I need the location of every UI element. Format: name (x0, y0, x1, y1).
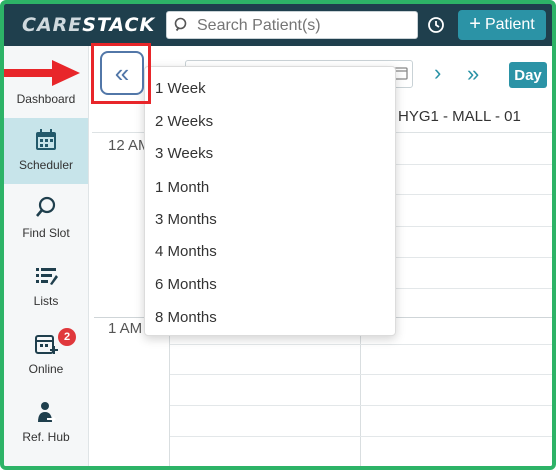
menu-item-3-weeks[interactable]: 3 Weeks (155, 145, 213, 162)
sidebar-item-find-slot[interactable]: Find Slot (4, 186, 88, 252)
search-icon (36, 196, 56, 217)
patient-search[interactable] (166, 11, 418, 39)
top-bar: CARESTACK + Patient (4, 4, 552, 46)
menu-item-1-week[interactable]: 1 Week (155, 80, 206, 97)
menu-item-4-months[interactable]: 4 Months (155, 243, 217, 260)
sidebar-item-lists[interactable]: Lists (4, 254, 88, 320)
grid-line (170, 374, 552, 375)
grid-line (170, 405, 552, 406)
range-dropdown-menu: 1 Week 2 Weeks 3 Weeks 1 Month 3 Months … (144, 66, 396, 336)
provider-column-header: HYG1 - MALL - 01 (398, 108, 521, 125)
person-share-icon (38, 402, 56, 422)
search-input[interactable] (195, 15, 414, 37)
calendar-plus-icon (35, 335, 58, 354)
clock-history-icon[interactable] (426, 15, 446, 35)
add-patient-button[interactable]: + Patient (458, 10, 546, 40)
sidebar-item-online[interactable]: 2 Online (4, 322, 88, 388)
menu-item-6-months[interactable]: 6 Months (155, 276, 217, 293)
sidebar-item-scheduler[interactable]: Scheduler (4, 118, 88, 184)
app-frame: CARESTACK + Patient Dashboard (0, 0, 556, 470)
menu-item-3-months[interactable]: 3 Months (155, 211, 217, 228)
search-icon (174, 17, 187, 32)
grid-line (170, 466, 552, 467)
list-icon (36, 268, 58, 285)
plus-icon: + (469, 13, 481, 35)
calendar-icon[interactable] (394, 66, 408, 80)
fast-forward-button[interactable]: » (467, 61, 479, 87)
menu-item-1-month[interactable]: 1 Month (155, 179, 209, 196)
grid-line (170, 344, 552, 345)
sidebar: Dashboard Scheduler Find Slot Lists 2 On… (4, 46, 89, 466)
day-view-button[interactable]: Day (509, 62, 547, 88)
time-label: 1 AM (108, 320, 143, 337)
calendar-icon (36, 129, 56, 150)
menu-item-2-weeks[interactable]: 2 Weeks (155, 113, 213, 130)
annotation-arrow-icon (4, 60, 80, 86)
sidebar-item-ref-hub[interactable]: Ref. Hub (4, 390, 88, 456)
annotation-highlight-box (91, 43, 151, 104)
menu-item-8-months[interactable]: 8 Months (155, 309, 217, 326)
app-logo[interactable]: CARESTACK (22, 14, 155, 36)
grid-line (170, 436, 552, 437)
next-date-button[interactable]: › (434, 60, 441, 86)
notification-badge: 2 (58, 328, 76, 346)
